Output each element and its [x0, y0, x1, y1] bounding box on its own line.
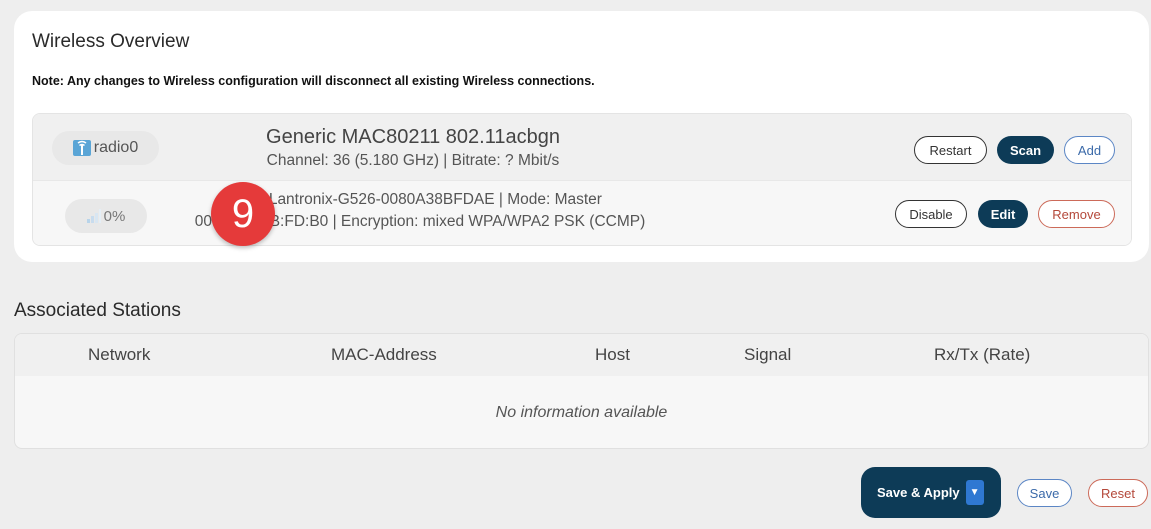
save-and-apply-button[interactable]: Save & Apply ▼	[861, 467, 1001, 518]
wireless-overview-card: Wireless Overview Note: Any changes to W…	[14, 11, 1149, 262]
column-header-mac-address: MAC-Address	[331, 345, 437, 364]
network-row: 0% SSID: Lantronix-G526-0080A38BFDAE | M…	[33, 180, 1131, 245]
column-header-network: Network	[88, 345, 151, 364]
radio-row: radio0 Generic MAC80211 802.11acbgn Chan…	[33, 114, 1131, 180]
column-header-rx-tx-rate: Rx/Tx (Rate)	[934, 345, 1031, 364]
associated-stations-title: Associated Stations	[14, 300, 181, 321]
wireless-note: Note: Any changes to Wireless configurat…	[32, 74, 595, 88]
edit-button[interactable]: Edit	[978, 200, 1028, 228]
reset-button[interactable]: Reset	[1088, 479, 1148, 507]
bssid-line: 00:80:A3:8B:FD:B0 | Encryption: mixed WP…	[33, 213, 793, 231]
disable-button[interactable]: Disable	[895, 200, 967, 228]
restart-button[interactable]: Restart	[914, 136, 987, 164]
column-header-host: Host	[595, 345, 630, 364]
add-button[interactable]: Add	[1064, 136, 1115, 164]
empty-message: No information available	[495, 404, 668, 421]
radio-subtitle: Channel: 36 (5.180 GHz) | Bitrate: ? Mbi…	[266, 152, 560, 169]
radio-table: radio0 Generic MAC80211 802.11acbgn Chan…	[32, 113, 1132, 246]
save-and-apply-label: Save & Apply	[877, 485, 960, 500]
caret-down-icon[interactable]: ▼	[965, 480, 984, 505]
remove-button[interactable]: Remove	[1038, 200, 1115, 228]
save-button[interactable]: Save	[1017, 479, 1072, 507]
callout-number-badge: 9	[211, 182, 275, 246]
ssid-line: SSID: Lantronix-G526-0080A38BFDAE | Mode…	[224, 191, 602, 208]
associated-stations-table: Network MAC-Address Host Signal Rx/Tx (R…	[14, 333, 1149, 449]
wireless-overview-title: Wireless Overview	[32, 31, 190, 52]
column-header-signal: Signal	[744, 345, 792, 364]
scan-button[interactable]: Scan	[997, 136, 1054, 164]
radio-title: Generic MAC80211 802.11acbgn	[266, 126, 560, 148]
table-header: Network MAC-Address Host Signal Rx/Tx (R…	[15, 334, 1148, 376]
